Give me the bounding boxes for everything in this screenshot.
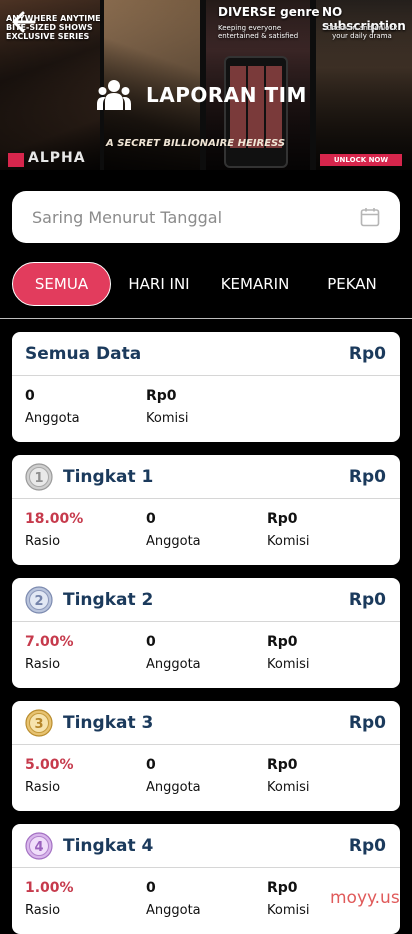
- level-name: Tingkat 4: [63, 835, 154, 856]
- tab-hari-ini[interactable]: HARI INI: [118, 262, 200, 306]
- level-members-value: 0: [146, 634, 156, 650]
- level-commission-value: Rp0: [267, 880, 298, 896]
- calendar-icon[interactable]: [360, 207, 380, 227]
- level-ratio: 5.00% Rasio: [25, 757, 74, 795]
- level-card-2[interactable]: 2 Tingkat 2 Rp0 7.00% Rasio 0 Anggota Rp…: [12, 578, 400, 688]
- banner-panel-1-movie: ALPHA: [28, 150, 86, 166]
- level-ratio-label: Rasio: [25, 534, 61, 549]
- level-members-label: Anggota: [146, 534, 201, 549]
- banner-panel-3-sub: Keeping everyone entertained & satisfied: [218, 24, 299, 41]
- users-icon: [97, 80, 131, 110]
- level-members-value: 0: [146, 511, 156, 527]
- level-3-badge-icon: 3: [25, 708, 53, 737]
- level-commission-label: Komisi: [267, 657, 310, 672]
- arrow-left-icon: [12, 11, 36, 33]
- level-commission: Rp0 Komisi: [267, 634, 310, 672]
- summary-amount: Rp0: [348, 343, 386, 364]
- level-members-label: Anggota: [146, 657, 201, 672]
- level-1-badge-icon: 1: [25, 462, 53, 491]
- banner-unlock-button: UNLOCK NOW: [320, 154, 402, 166]
- level-ratio-value: 1.00%: [25, 880, 74, 896]
- summary-members-value: 0: [25, 388, 35, 404]
- date-filter-input[interactable]: Saring Menurut Tanggal: [12, 191, 400, 243]
- level-members-value: 0: [146, 757, 156, 773]
- summary-card-header: Semua Data Rp0: [12, 332, 400, 376]
- level-commission-value: Rp0: [267, 634, 298, 650]
- level-members: 0 Anggota: [146, 880, 201, 918]
- summary-card: Semua Data Rp0 0 Anggota Rp0 Komisi: [12, 332, 400, 442]
- level-ratio-value: 18.00%: [25, 511, 84, 527]
- summary-members-label: Anggota: [25, 411, 80, 426]
- level-card-header: 2 Tingkat 2 Rp0: [12, 578, 400, 622]
- level-members-label: Anggota: [146, 903, 201, 918]
- level-members-label: Anggota: [146, 780, 201, 795]
- level-commission: Rp0 Komisi: [267, 511, 310, 549]
- tab-semua[interactable]: SEMUA: [12, 262, 111, 306]
- level-ratio: 18.00% Rasio: [25, 511, 83, 549]
- level-commission: Rp0 Komisi: [267, 757, 310, 795]
- summary-commission-label: Komisi: [146, 411, 189, 426]
- level-ratio: 7.00% Rasio: [25, 634, 74, 672]
- level-card-header: 4 Tingkat 4 Rp0: [12, 824, 400, 868]
- level-4-badge-icon: 4: [25, 831, 53, 860]
- level-amount: Rp0: [348, 712, 386, 733]
- banner-logo: [8, 153, 24, 167]
- level-members: 0 Anggota: [146, 757, 201, 795]
- level-card-4[interactable]: 4 Tingkat 4 Rp0 1.00% Rasio 0 Anggota Rp…: [12, 824, 400, 934]
- level-card-1[interactable]: 1 Tingkat 1 Rp0 18.00% Rasio 0 Anggota R…: [12, 455, 400, 565]
- level-ratio-value: 7.00%: [25, 634, 74, 650]
- banner-panel-3-title: DIVERSE genre: [218, 5, 320, 19]
- level-members: 0 Anggota: [146, 511, 201, 549]
- svg-text:1: 1: [34, 471, 43, 486]
- date-filter-placeholder: Saring Menurut Tanggal: [32, 207, 223, 227]
- tabs-divider: [0, 318, 412, 319]
- level-amount: Rp0: [348, 835, 386, 856]
- summary-commission: Rp0 Komisi: [146, 388, 189, 426]
- level-ratio-label: Rasio: [25, 903, 61, 918]
- level-ratio-label: Rasio: [25, 657, 61, 672]
- level-members-value: 0: [146, 880, 156, 896]
- page-header: LAPORAN TIM: [96, 76, 307, 114]
- level-card-header: 1 Tingkat 1 Rp0: [12, 455, 400, 499]
- level-name: Tingkat 3: [63, 712, 154, 733]
- level-amount: Rp0: [348, 589, 386, 610]
- level-commission-value: Rp0: [267, 511, 298, 527]
- svg-text:3: 3: [34, 717, 43, 732]
- svg-text:2: 2: [34, 594, 43, 609]
- banner-panel-4-sub: Check in and unlock your daily drama: [326, 24, 398, 41]
- level-commission: Rp0 Komisi: [267, 880, 310, 918]
- level-card-body: 18.00% Rasio 0 Anggota Rp0 Komisi: [12, 499, 400, 563]
- summary-members: 0 Anggota: [25, 388, 80, 426]
- watermark: moyy.us: [330, 888, 400, 908]
- level-2-badge-icon: 2: [25, 585, 53, 614]
- level-name: Tingkat 1: [63, 466, 154, 487]
- period-tabs: SEMUA HARI INI KEMARIN PEKAN: [0, 262, 412, 306]
- level-ratio-label: Rasio: [25, 780, 61, 795]
- summary-commission-value: Rp0: [146, 388, 177, 404]
- summary-card-body: 0 Anggota Rp0 Komisi: [12, 376, 400, 440]
- level-card-body: 5.00% Rasio 0 Anggota Rp0 Komisi: [12, 745, 400, 809]
- tab-pekan[interactable]: PEKAN: [318, 262, 386, 306]
- level-ratio: 1.00% Rasio: [25, 880, 74, 918]
- level-card-3[interactable]: 3 Tingkat 3 Rp0 5.00% Rasio 0 Anggota Rp…: [12, 701, 400, 811]
- level-ratio-value: 5.00%: [25, 757, 74, 773]
- page-title: LAPORAN TIM: [146, 83, 307, 107]
- level-name: Tingkat 2: [63, 589, 154, 610]
- back-button[interactable]: [10, 8, 38, 36]
- level-commission-value: Rp0: [267, 757, 298, 773]
- level-commission-label: Komisi: [267, 903, 310, 918]
- banner-panel-2-text: A SECRET BILLIONAIRE HEIRESS: [106, 138, 286, 149]
- level-amount: Rp0: [348, 466, 386, 487]
- summary-title: Semua Data: [25, 343, 142, 364]
- tab-kemarin[interactable]: KEMARIN: [212, 262, 298, 306]
- level-commission-label: Komisi: [267, 534, 310, 549]
- level-commission-label: Komisi: [267, 780, 310, 795]
- level-card-header: 3 Tingkat 3 Rp0: [12, 701, 400, 745]
- level-card-body: 7.00% Rasio 0 Anggota Rp0 Komisi: [12, 622, 400, 686]
- level-members: 0 Anggota: [146, 634, 201, 672]
- svg-text:4: 4: [34, 840, 43, 855]
